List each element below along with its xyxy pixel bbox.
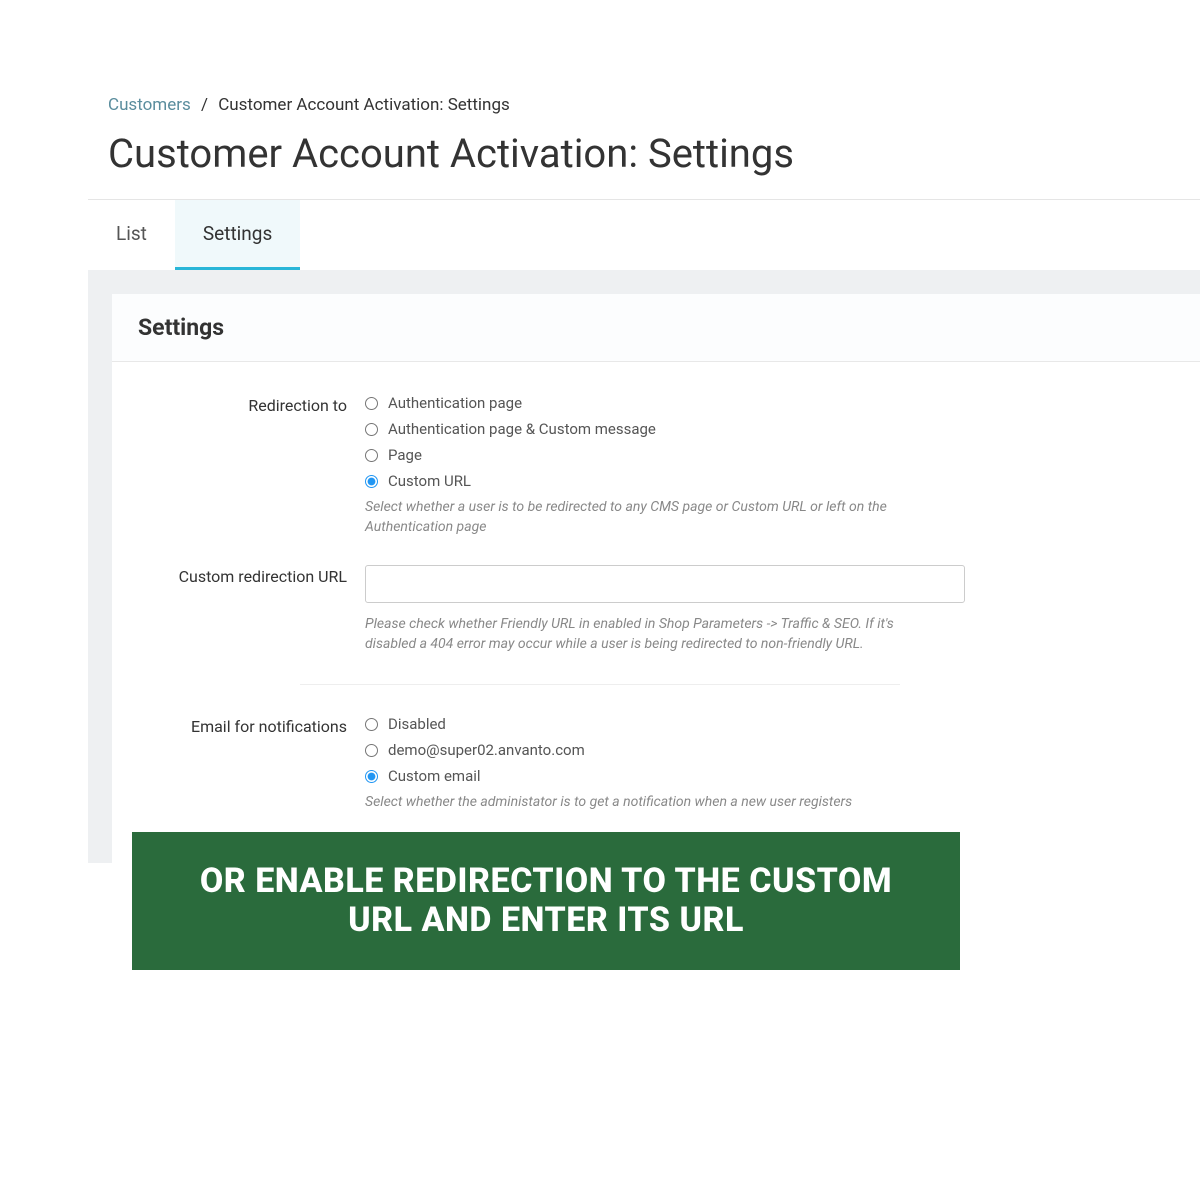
redirection-option-label: Custom URL <box>388 472 471 490</box>
tab-settings[interactable]: Settings <box>175 200 300 270</box>
email-help: Select whether the administator is to ge… <box>365 793 945 813</box>
email-option-demo[interactable]: demo@super02.anvanto.com <box>365 741 1172 759</box>
redirection-radio-page[interactable] <box>365 449 378 462</box>
email-option-custom[interactable]: Custom email <box>365 767 1172 785</box>
page-title: Customer Account Activation: Settings <box>108 130 1200 177</box>
redirection-label: Redirection to <box>140 394 365 537</box>
email-option-label: Custom email <box>388 767 481 785</box>
redirection-option-label: Authentication page <box>388 394 522 412</box>
tabs: List Settings <box>88 199 1200 270</box>
email-radio-custom[interactable] <box>365 770 378 783</box>
redirection-option-page[interactable]: Page <box>365 446 1172 464</box>
email-radio-disabled[interactable] <box>365 718 378 731</box>
custom-url-input[interactable] <box>365 565 965 603</box>
breadcrumb-parent[interactable]: Customers <box>108 95 191 115</box>
redirection-option-auth[interactable]: Authentication page <box>365 394 1172 412</box>
custom-url-label: Custom redirection URL <box>140 565 365 654</box>
breadcrumb-separator: / <box>201 95 208 115</box>
settings-panel: Settings Redirection to Authentication p… <box>112 294 1200 863</box>
email-option-label: Disabled <box>388 715 446 733</box>
email-radio-demo[interactable] <box>365 744 378 757</box>
instruction-banner: OR ENABLE REDIRECTION TO THE CUSTOM URL … <box>132 832 960 970</box>
custom-url-help: Please check whether Friendly URL in ena… <box>365 615 945 654</box>
email-option-label: demo@super02.anvanto.com <box>388 741 585 759</box>
section-divider <box>300 684 900 685</box>
redirection-help: Select whether a user is to be redirecte… <box>365 498 945 537</box>
email-label: Email for notifications <box>140 715 365 813</box>
redirection-option-label: Authentication page & Custom message <box>388 420 656 438</box>
breadcrumb: Customers / Customer Account Activation:… <box>108 95 1200 115</box>
redirection-radio-custom-url[interactable] <box>365 475 378 488</box>
redirection-radio-auth-msg[interactable] <box>365 423 378 436</box>
redirection-option-auth-msg[interactable]: Authentication page & Custom message <box>365 420 1172 438</box>
panel-heading: Settings <box>138 314 1174 341</box>
email-option-disabled[interactable]: Disabled <box>365 715 1172 733</box>
breadcrumb-current: Customer Account Activation: Settings <box>218 95 510 115</box>
tab-list[interactable]: List <box>88 200 175 270</box>
redirection-option-custom-url[interactable]: Custom URL <box>365 472 1172 490</box>
redirection-radio-auth[interactable] <box>365 397 378 410</box>
panel-header: Settings <box>112 294 1200 362</box>
redirection-option-label: Page <box>388 446 422 464</box>
